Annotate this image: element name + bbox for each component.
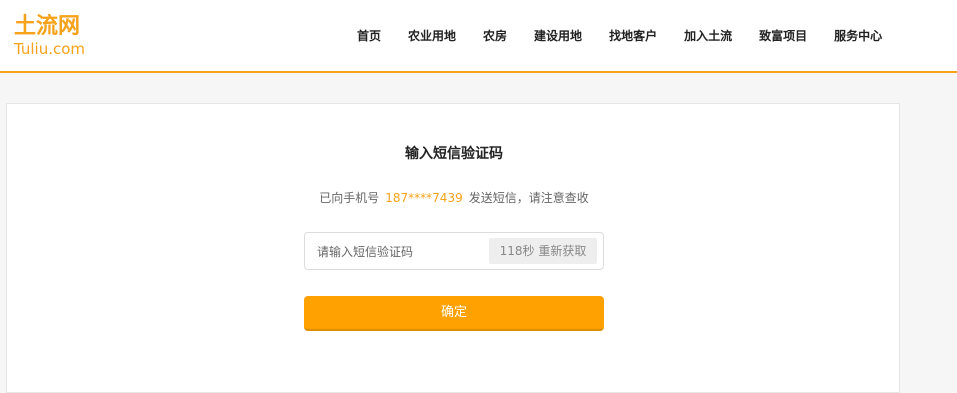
nav-item-join[interactable]: 加入土流	[684, 26, 732, 46]
nav-item-land-seekers[interactable]: 找地客户	[609, 26, 657, 46]
logo-text-cn: 土流网	[14, 14, 81, 39]
nav-item-projects[interactable]: 致富项目	[759, 26, 807, 46]
logo-text-en: Tuliu.com	[14, 40, 86, 58]
nav-item-agricultural-land[interactable]: 农业用地	[408, 26, 456, 46]
site-logo[interactable]: 土流网 Tuliu.com	[14, 14, 104, 60]
sms-sent-notice: 已向手机号 187****7439 发送短信，请注意查收	[7, 189, 901, 206]
nav-item-construction-land[interactable]: 建设用地	[534, 26, 582, 46]
resend-code-button[interactable]: 118秒 重新获取	[489, 238, 597, 264]
notice-prefix: 已向手机号	[319, 191, 380, 205]
sms-code-field: 118秒 重新获取	[304, 232, 604, 270]
nav-item-home[interactable]: 首页	[357, 26, 381, 46]
page-title: 输入短信验证码	[405, 146, 503, 162]
masked-phone-number: 187****7439	[385, 191, 463, 205]
confirm-button[interactable]: 确定	[304, 296, 604, 331]
site-header: 土流网 Tuliu.com 首页 农业用地 农房 建设用地 找地客户 加入土流 …	[0, 0, 957, 73]
nav-item-farmhouse[interactable]: 农房	[483, 26, 507, 46]
sms-code-input[interactable]	[317, 242, 485, 262]
sms-verify-panel: 输入短信验证码 已向手机号 187****7439 发送短信，请注意查收 118秒 …	[6, 103, 900, 393]
nav-item-service-center[interactable]: 服务中心	[834, 26, 882, 46]
notice-suffix: 发送短信，请注意查收	[468, 191, 589, 205]
main-nav: 首页 农业用地 农房 建设用地 找地客户 加入土流 致富项目 服务中心	[357, 26, 909, 46]
